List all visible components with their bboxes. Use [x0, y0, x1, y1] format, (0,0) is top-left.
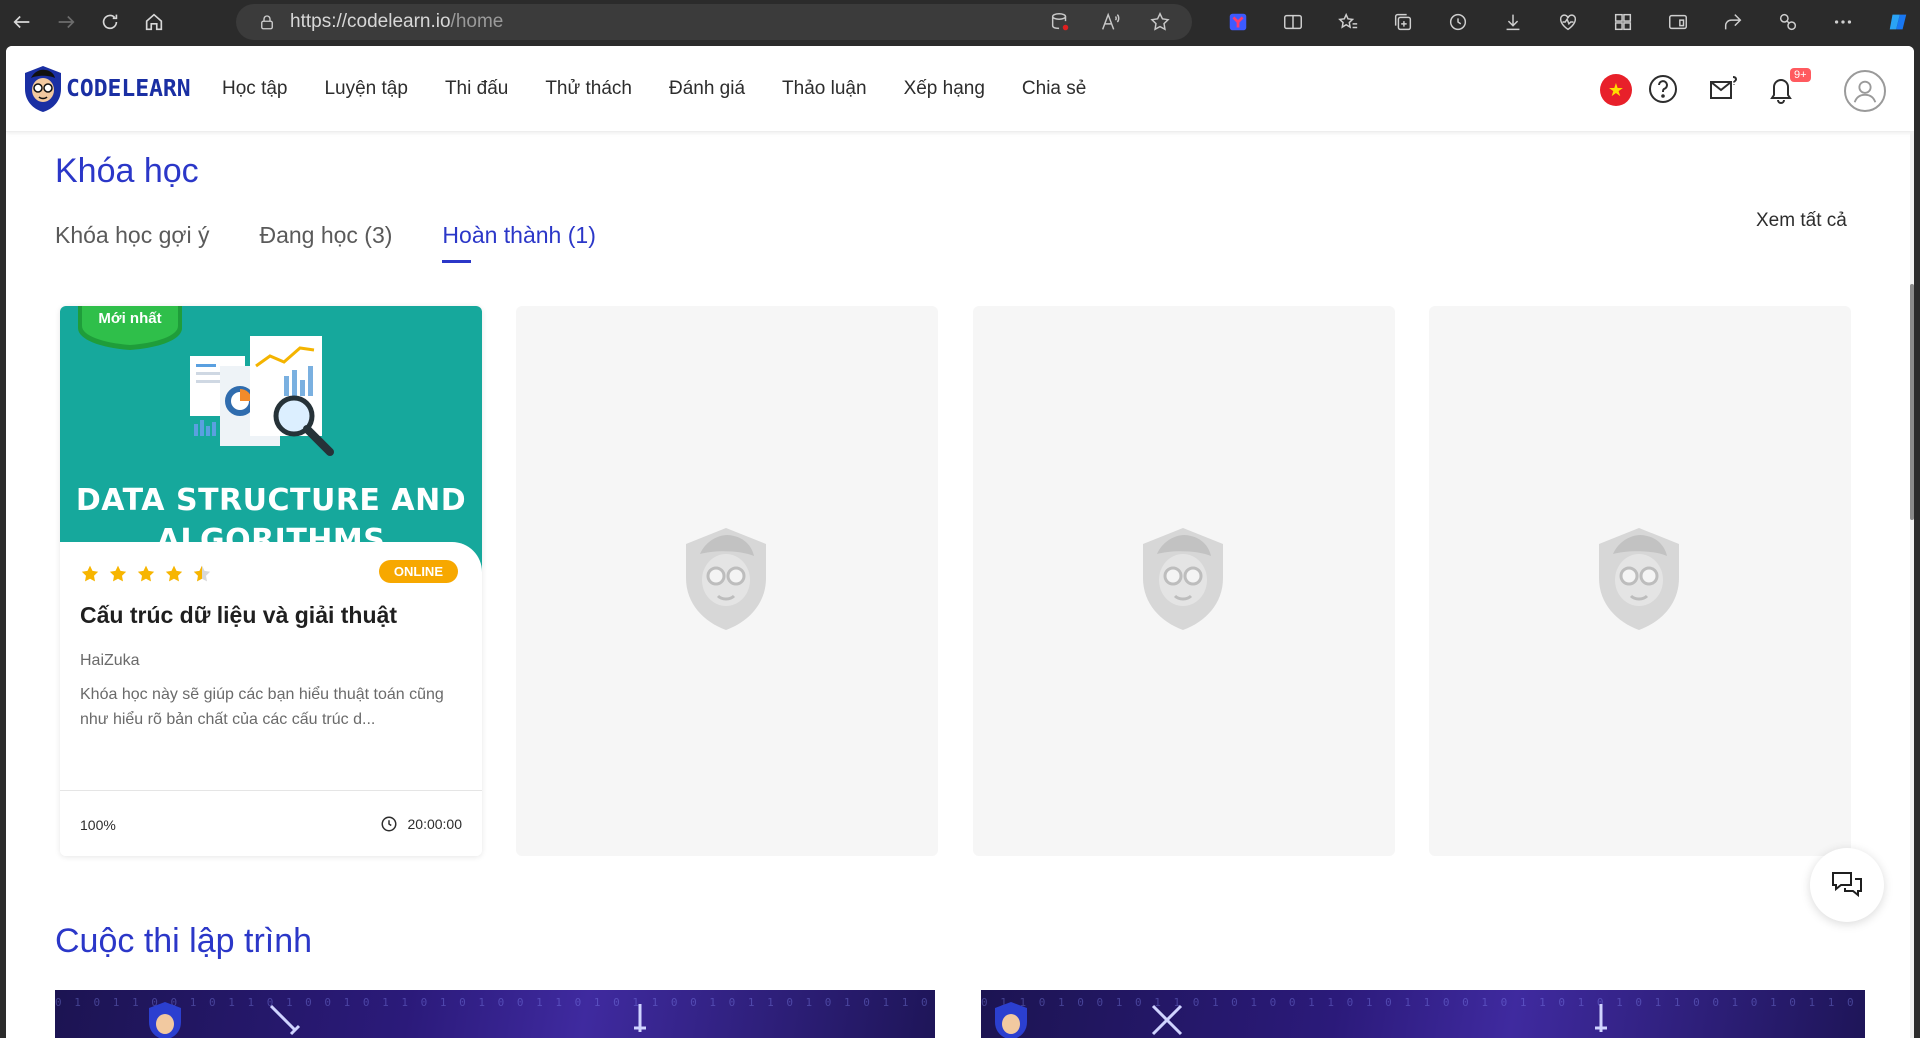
star-icon: [137, 565, 155, 582]
tab-completed[interactable]: Hoàn thành (1): [442, 222, 596, 263]
reload-icon: [102, 14, 118, 30]
favorite-star-icon[interactable]: [1148, 10, 1172, 34]
favorites-icon[interactable]: [1320, 0, 1375, 44]
page-scrollbar[interactable]: [1910, 132, 1914, 1038]
see-all-link[interactable]: Xem tất cả: [1756, 210, 1847, 232]
lock-icon: [258, 13, 276, 31]
home-icon: [145, 13, 163, 31]
collections-icon[interactable]: [1375, 0, 1430, 44]
data-analysis-illustration-icon: [190, 336, 334, 456]
nav-thao-luan[interactable]: Thảo luận: [782, 78, 867, 100]
user-icon: [1853, 80, 1877, 103]
sword-icon: [1595, 1004, 1607, 1032]
contest-banner[interactable]: 0 1 1 0 1 0 0 1 0 1 1 0 1 0 1 0 0 1 1 0 …: [981, 990, 1865, 1038]
mascot-logo-icon: [25, 66, 61, 112]
nav-xep-hang[interactable]: Xếp hạng: [904, 78, 985, 100]
tab-in-progress[interactable]: Đang học (3): [259, 222, 392, 263]
course-card-body: ONLINE Cấu trúc dữ liệu và giải thuật Ha…: [60, 542, 482, 856]
course-description: Khóa học này sẽ giúp các bạn hiểu thuật …: [80, 686, 444, 728]
mascot-placeholder-icon: [1599, 528, 1679, 630]
half-star-icon: [193, 565, 211, 582]
site-header: CODELEARN Học tập Luyện tập Thi đấu Thử …: [6, 46, 1914, 132]
apps-icon[interactable]: [1595, 0, 1650, 44]
logo-wordmark: CODELEARN: [66, 76, 191, 102]
online-badge: ONLINE: [378, 560, 458, 583]
crossed-swords-icon: [1151, 1004, 1183, 1036]
performance-icon[interactable]: [1540, 0, 1595, 44]
forward-button[interactable]: [44, 0, 88, 44]
history-icon[interactable]: [1430, 0, 1485, 44]
downloads-icon[interactable]: [1485, 0, 1540, 44]
mascot-icon: [149, 1002, 181, 1038]
read-aloud-icon[interactable]: [1098, 10, 1122, 34]
back-button[interactable]: [0, 0, 44, 44]
sword-icon: [269, 1004, 301, 1036]
contests-section-title: Cuộc thi lập trình: [55, 922, 313, 960]
chat-button[interactable]: [1810, 848, 1884, 922]
user-avatar[interactable]: [1844, 70, 1886, 112]
share-icon[interactable]: [1705, 0, 1760, 44]
nav-hoc-tap[interactable]: Học tập: [222, 78, 287, 100]
tab-suggested-courses[interactable]: Khóa học gợi ý: [55, 222, 209, 263]
chat-bubbles-icon: [1832, 872, 1862, 898]
nav-luyen-tap[interactable]: Luyện tập: [324, 78, 407, 100]
course-duration: 20:00:00: [380, 815, 462, 833]
course-card[interactable]: DATA STRUCTURE AND ALGORITHMS Mới nhất O…: [60, 306, 482, 856]
course-card-placeholder: [1429, 306, 1851, 856]
language-flag-icon[interactable]: ★: [1600, 74, 1632, 106]
clock-icon: [381, 816, 396, 832]
tracking-prevention-icon[interactable]: [1048, 10, 1072, 34]
web-capture-icon[interactable]: [1650, 0, 1705, 44]
course-card-placeholder: [973, 306, 1395, 856]
ribbon-label: Mới nhất: [98, 310, 162, 327]
notification-badge: 9+: [1790, 68, 1811, 82]
star-icon: [109, 565, 127, 582]
mascot-placeholder-icon: [686, 528, 766, 630]
home-button[interactable]: [132, 0, 176, 44]
rating-stars: [80, 564, 212, 584]
course-author: HaiZuka: [80, 652, 140, 669]
help-icon[interactable]: [1646, 72, 1680, 106]
reload-button[interactable]: [88, 0, 132, 44]
browser-toolbar: https://codelearn.io/home: [0, 0, 1920, 44]
sword-icon: [634, 1004, 646, 1032]
courses-section-title: Khóa học: [55, 152, 199, 190]
arrow-right-icon: [58, 15, 75, 29]
nav-thi-dau[interactable]: Thi đấu: [445, 78, 508, 100]
mascot-placeholder-icon: [1143, 528, 1223, 630]
course-title[interactable]: Cấu trúc dữ liệu và giải thuật: [80, 602, 397, 629]
more-menu-icon[interactable]: [1815, 0, 1870, 44]
nav-chia-se[interactable]: Chia sẻ: [1022, 78, 1086, 100]
course-tabs: Khóa học gợi ý Đang học (3) Hoàn thành (…: [55, 222, 646, 263]
scrollbar-thumb[interactable]: [1910, 284, 1914, 520]
copilot-icon[interactable]: [1870, 0, 1920, 44]
mascot-icon: [995, 1002, 1027, 1038]
star-icon: [165, 565, 183, 582]
course-progress: 100%: [80, 817, 116, 833]
codelearn-logo[interactable]: CODELEARN: [22, 64, 191, 114]
copilot-extension-icon[interactable]: [1760, 0, 1815, 44]
nav-danh-gia[interactable]: Đánh giá: [669, 78, 745, 100]
split-screen-icon[interactable]: [1265, 0, 1320, 44]
main-nav: Học tập Luyện tập Thi đấu Thử thách Đánh…: [222, 46, 1123, 132]
star-icon: [81, 565, 99, 582]
contest-banner[interactable]: 0 1 0 1 1 0 0 1 0 1 1 0 1 0 0 1 0 1 1 0 …: [55, 990, 935, 1038]
address-bar[interactable]: https://codelearn.io/home: [236, 4, 1192, 40]
nav-thu-thach[interactable]: Thử thách: [545, 78, 632, 100]
extension-icon[interactable]: [1210, 0, 1265, 44]
page-viewport: CODELEARN Học tập Luyện tập Thi đấu Thử …: [6, 46, 1914, 1038]
arrow-left-icon: [13, 15, 30, 29]
message-icon[interactable]: [1706, 72, 1740, 106]
course-card-placeholder: [516, 306, 938, 856]
url-text: https://codelearn.io/home: [290, 11, 504, 32]
course-card-footer: 100% 20:00:00: [60, 790, 482, 856]
